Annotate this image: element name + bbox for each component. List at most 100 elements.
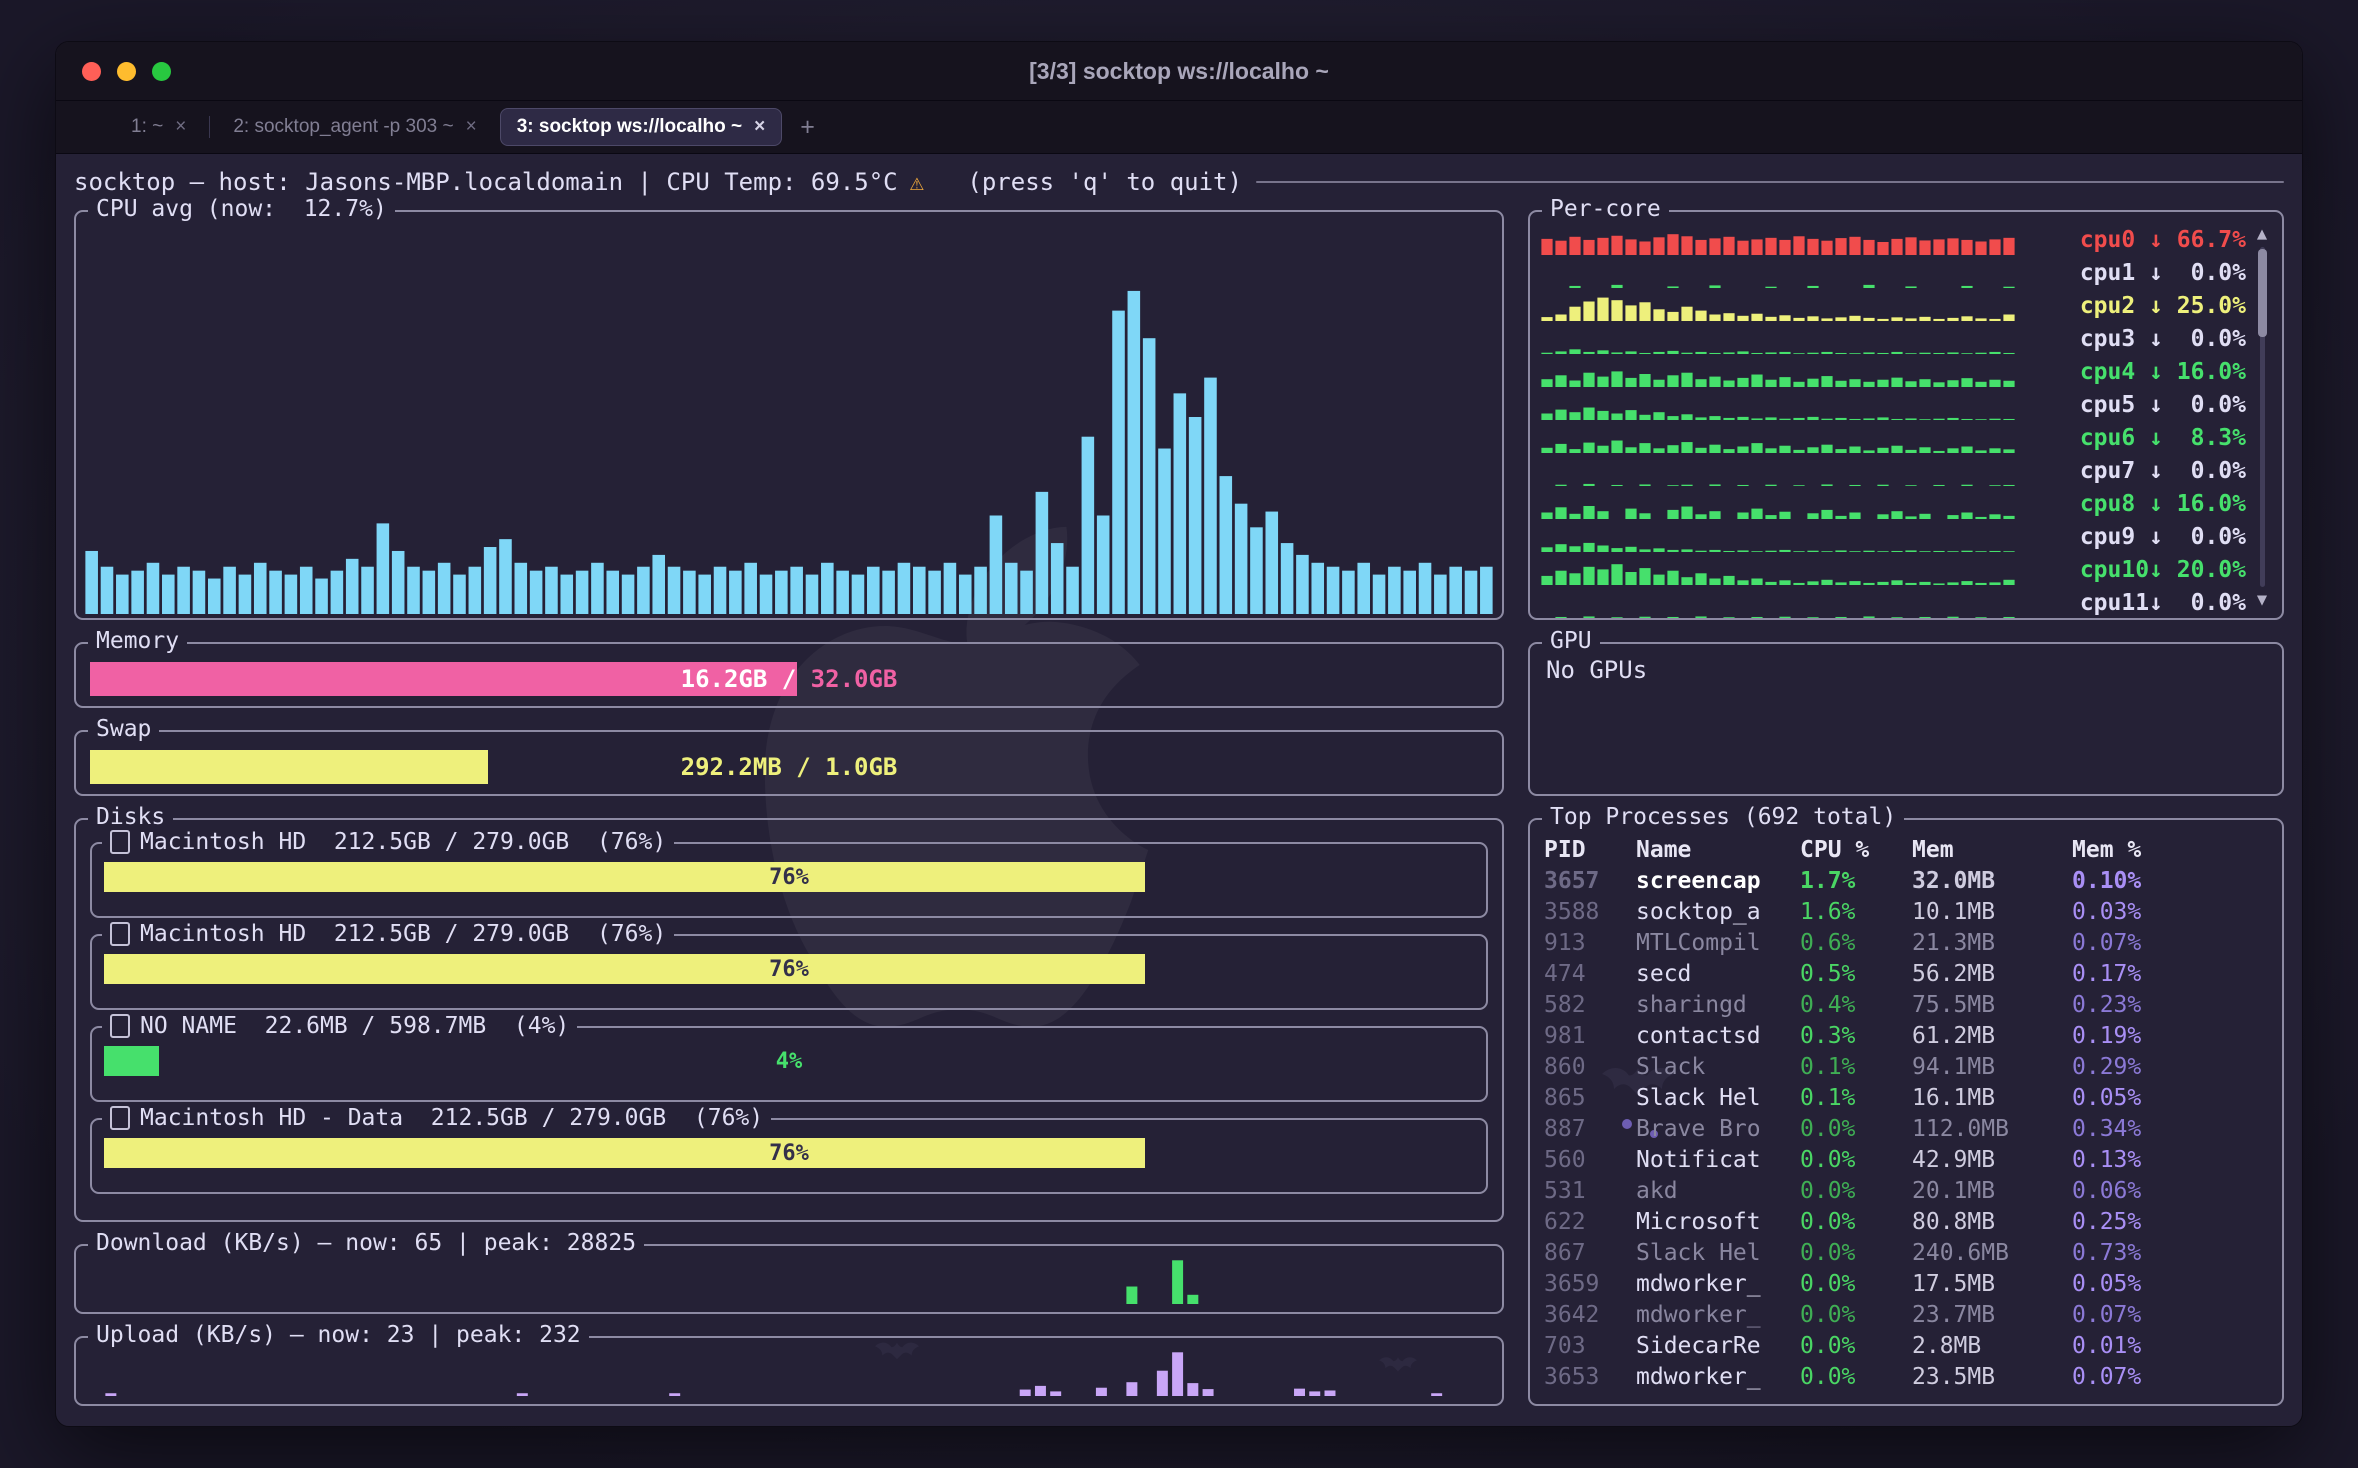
swap-usage-label: 292.2MB / 1.0GB — [90, 750, 1488, 784]
tab-1[interactable]: 1: ~ × — [114, 108, 203, 146]
per-core-panel: Per-core cpu0 ↓ 66.7%cpu1 ↓ 0.0%cpu2 ↓ 2… — [1528, 210, 2284, 620]
scroll-up-icon[interactable]: ▲ — [2257, 224, 2267, 244]
tab-2[interactable]: 2: socktop_agent -p 303 ~ × — [216, 108, 493, 146]
process-table: PID Name CPU % Mem Mem % 3657screencap1.… — [1544, 834, 2270, 1398]
process-row[interactable]: 3588socktop_a1.6%10.1MB0.03% — [1544, 896, 2270, 927]
core-history-chart — [1540, 427, 2016, 453]
core-history-chart — [1540, 262, 2016, 288]
disk-panel: NO NAME 22.6MB / 598.7MB (4%)4% — [90, 1026, 1488, 1102]
zoom-window-button[interactable] — [152, 62, 171, 81]
cpu-history-chart — [84, 220, 1494, 614]
memory-total-label: 32.0GB — [811, 665, 898, 693]
column-header-pid[interactable]: PID — [1544, 837, 1636, 863]
status-line: socktop — host: Jasons-MBP.localdomain |… — [74, 166, 2284, 198]
traffic-lights — [82, 62, 171, 81]
disk-icon — [110, 1014, 130, 1038]
warning-icon: ⚠ — [910, 168, 924, 196]
disk-usage-bar: 76% — [104, 954, 1474, 984]
core-history-chart — [1540, 295, 2016, 321]
memory-bar: 16.2GB / 32.0GB — [90, 662, 1488, 696]
panel-title: Swap — [88, 716, 159, 742]
disk-title: NO NAME 22.6MB / 598.7MB (4%) — [140, 1013, 569, 1039]
core-history-chart — [1540, 328, 2016, 354]
core-label: cpu4 ↓ 16.0% — [2016, 356, 2246, 389]
process-row[interactable]: 913MTLCompil0.6%21.3MB0.07% — [1544, 927, 2270, 958]
process-row[interactable]: 703SidecarRe0.0%2.8MB0.01% — [1544, 1330, 2270, 1361]
core-row: cpu8 ↓ 16.0% — [1540, 488, 2246, 521]
process-row[interactable]: 867Slack Hel0.0%240.6MB0.73% — [1544, 1237, 2270, 1268]
column-header-cpu[interactable]: CPU % — [1800, 837, 1912, 863]
process-row[interactable]: 560Notificat0.0%42.9MB0.13% — [1544, 1144, 2270, 1175]
disk-percent-label: 76% — [104, 862, 1474, 892]
column-header-mem[interactable]: Mem — [1912, 837, 2072, 863]
disk-percent-label: 76% — [104, 954, 1474, 984]
panel-title: Upload (KB/s) — now: 23 | peak: 232 — [88, 1322, 589, 1348]
titlebar[interactable]: [3/3] socktop ws://localho ~ — [56, 42, 2302, 101]
process-row[interactable]: 860Slack0.1%94.1MB0.29% — [1544, 1051, 2270, 1082]
panel-title: GPU — [1542, 628, 1600, 654]
process-table-header: PID Name CPU % Mem Mem % — [1544, 834, 2270, 865]
panel-title: Download (KB/s) — now: 65 | peak: 28825 — [88, 1230, 644, 1256]
terminal-content: socktop — host: Jasons-MBP.localdomain |… — [56, 154, 2302, 1427]
core-label: cpu9 ↓ 0.0% — [2016, 521, 2246, 554]
close-tab-icon[interactable]: × — [175, 116, 186, 138]
disk-usage-bar: 76% — [104, 862, 1474, 892]
process-row[interactable]: 531akd0.0%20.1MB0.06% — [1544, 1175, 2270, 1206]
process-row[interactable]: 981contactsd0.3%61.2MB0.19% — [1544, 1020, 2270, 1051]
process-row[interactable]: 3653mdworker_0.0%23.5MB0.07% — [1544, 1361, 2270, 1392]
download-panel: Download (KB/s) — now: 65 | peak: 28825 — [74, 1244, 1504, 1314]
panel-title: Top Processes (692 total) — [1542, 804, 1904, 830]
disk-panel: Macintosh HD - Data 212.5GB / 279.0GB (7… — [90, 1118, 1488, 1194]
top-processes-panel: Top Processes (692 total) PID Name CPU %… — [1528, 818, 2284, 1406]
core-history-chart — [1540, 526, 2016, 552]
process-row[interactable]: 3659mdworker_0.0%17.5MB0.05% — [1544, 1268, 2270, 1299]
new-tab-button[interactable]: + — [800, 113, 815, 142]
disk-icon — [110, 922, 130, 946]
column-header-name[interactable]: Name — [1636, 837, 1800, 863]
swap-bar: 292.2MB / 1.0GB — [90, 750, 1488, 784]
scrollbar-track[interactable] — [2260, 247, 2265, 587]
memory-panel: Memory 16.2GB / 32.0GB — [74, 642, 1504, 708]
column-header-memp[interactable]: Mem % — [2072, 837, 2270, 863]
memory-used-label: 16.2GB / — [681, 665, 811, 693]
process-row[interactable]: 622Microsoft0.0%80.8MB0.25% — [1544, 1206, 2270, 1237]
tab-3-active[interactable]: 3: socktop ws://localho ~ × — [500, 108, 783, 146]
process-row[interactable]: 582sharingd0.4%75.5MB0.23% — [1544, 989, 2270, 1020]
disks-panel: Disks Macintosh HD 212.5GB / 279.0GB (76… — [74, 818, 1504, 1222]
disk-percent-label: 76% — [104, 1138, 1474, 1168]
download-history-chart — [88, 1258, 1490, 1304]
gpu-panel: GPU No GPUs — [1528, 642, 2284, 796]
swap-panel: Swap 292.2MB / 1.0GB — [74, 730, 1504, 796]
core-row: cpu10↓ 20.0% — [1540, 554, 2246, 587]
scrollbar-thumb[interactable] — [2258, 249, 2267, 337]
process-row[interactable]: 865Slack Hel0.1%16.1MB0.05% — [1544, 1082, 2270, 1113]
close-tab-icon[interactable]: × — [754, 116, 765, 138]
core-label: cpu11↓ 0.0% — [2016, 587, 2246, 620]
window-title: [3/3] socktop ws://localho ~ — [56, 58, 2302, 85]
scroll-down-icon[interactable]: ▼ — [2257, 590, 2267, 610]
core-label: cpu10↓ 20.0% — [2016, 554, 2246, 587]
core-label: cpu0 ↓ 66.7% — [2016, 224, 2246, 257]
core-history-chart — [1540, 394, 2016, 420]
close-window-button[interactable] — [82, 62, 101, 81]
core-row: cpu5 ↓ 0.0% — [1540, 389, 2246, 422]
core-label: cpu3 ↓ 0.0% — [2016, 323, 2246, 356]
percore-scrollbar[interactable]: ▲ ▼ — [2250, 224, 2274, 610]
disk-panel: Macintosh HD 212.5GB / 279.0GB (76%)76% — [90, 934, 1488, 1010]
upload-panel: Upload (KB/s) — now: 23 | peak: 232 — [74, 1336, 1504, 1406]
disk-title: Macintosh HD 212.5GB / 279.0GB (76%) — [140, 921, 666, 947]
memory-usage-label: 16.2GB / 32.0GB — [90, 662, 1488, 696]
process-row[interactable]: 3657screencap1.7%32.0MB0.10% — [1544, 865, 2270, 896]
panel-title: Per-core — [1542, 196, 1669, 222]
core-label: cpu2 ↓ 25.0% — [2016, 290, 2246, 323]
status-rule — [1256, 181, 2284, 183]
process-row[interactable]: 3642mdworker_0.0%23.7MB0.07% — [1544, 1299, 2270, 1330]
core-rows: cpu0 ↓ 66.7%cpu1 ↓ 0.0%cpu2 ↓ 25.0%cpu3 … — [1540, 224, 2250, 610]
process-row[interactable]: 887Brave Bro0.0%112.0MB0.34% — [1544, 1113, 2270, 1144]
process-row[interactable]: 474secd0.5%56.2MB0.17% — [1544, 958, 2270, 989]
core-history-chart — [1540, 559, 2016, 585]
panel-title: CPU avg (now: 12.7%) — [88, 196, 395, 222]
minimize-window-button[interactable] — [117, 62, 136, 81]
core-row: cpu11↓ 0.0% — [1540, 587, 2246, 620]
close-tab-icon[interactable]: × — [466, 116, 477, 138]
